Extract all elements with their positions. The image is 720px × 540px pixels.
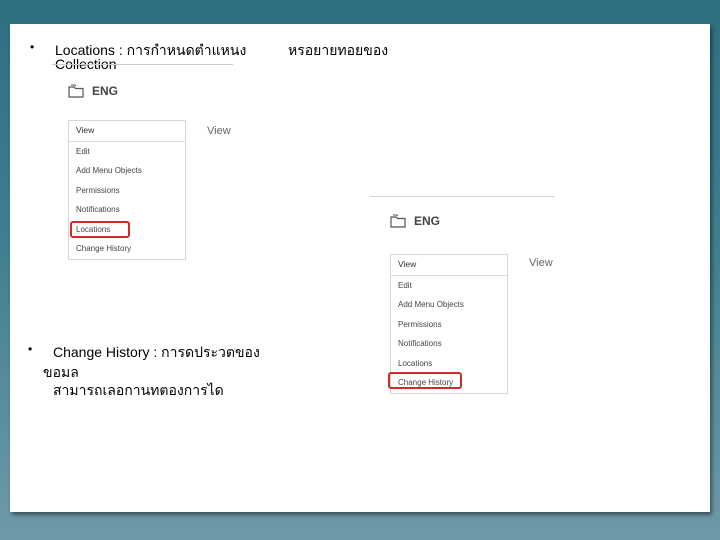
locations-line-3: หรอยายทอยของ <box>288 42 389 58</box>
collection-header: ENG <box>390 214 440 228</box>
menu-item-add-menu-objects[interactable]: Add Menu Objects <box>391 295 507 315</box>
menu-item-view[interactable]: View <box>69 121 185 142</box>
change-history-line-1: Change History : การดประวตของ <box>53 344 260 360</box>
highlight-change-history <box>388 372 462 389</box>
screenshot-change-history: ENG View View Edit Add Menu Objects Perm… <box>388 212 568 402</box>
collection-header: ENG <box>68 84 118 98</box>
menu-item-view[interactable]: View <box>391 255 507 276</box>
slide: • Locations : การกำหนดตำแหนง Collection … <box>10 24 710 512</box>
menu-item-notifications[interactable]: Notifications <box>391 334 507 354</box>
folder-icon <box>390 214 406 228</box>
menu-item-permissions[interactable]: Permissions <box>69 181 185 201</box>
collection-name: ENG <box>92 84 119 98</box>
screenshot-locations: ENG View View Edit Add Menu Objects Perm… <box>66 80 246 270</box>
locations-underline <box>52 64 233 65</box>
view-label: View <box>529 257 553 269</box>
folder-icon <box>68 84 84 98</box>
screenshot-top-border <box>370 196 555 197</box>
highlight-locations <box>70 221 130 238</box>
change-history-line-3: สามารถเลอกานทตองการได <box>53 382 224 398</box>
menu-item-edit[interactable]: Edit <box>391 276 507 296</box>
collection-name: ENG <box>414 214 441 228</box>
menu-item-notifications[interactable]: Notifications <box>69 200 185 220</box>
view-label: View <box>207 125 231 137</box>
menu-item-edit[interactable]: Edit <box>69 142 185 162</box>
bullet-dot: • <box>28 342 33 356</box>
menu-item-locations[interactable]: Locations <box>391 354 507 374</box>
bullet-dot: • <box>30 40 35 54</box>
menu-item-change-history[interactable]: Change History <box>69 239 185 259</box>
menu-item-permissions[interactable]: Permissions <box>391 315 507 335</box>
menu-item-add-menu-objects[interactable]: Add Menu Objects <box>69 161 185 181</box>
collection-menu: View Edit Add Menu Objects Permissions N… <box>68 120 186 260</box>
